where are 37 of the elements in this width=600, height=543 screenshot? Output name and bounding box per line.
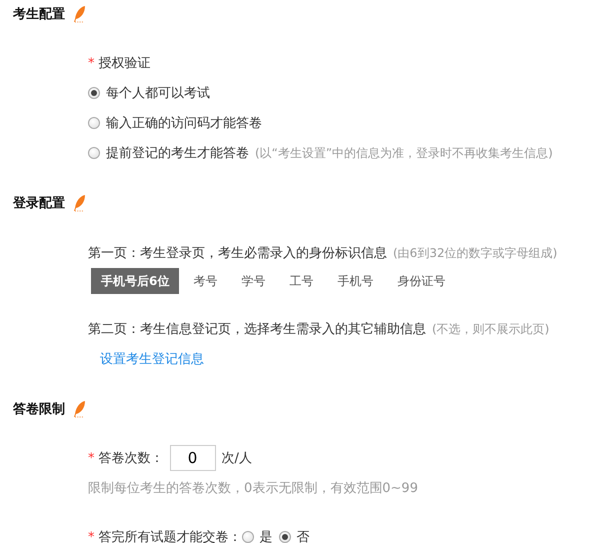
section-title: 考生配置 <box>13 6 65 23</box>
field-label: 答卷次数： <box>98 450 164 467</box>
id-type-tab[interactable]: 手机号后6位 <box>91 268 180 294</box>
format-note: (不选，则不展示此页) <box>432 320 550 338</box>
selected-radio[interactable] <box>88 87 100 99</box>
feather-icon <box>73 194 87 212</box>
field-label: 授权验证 <box>98 55 150 72</box>
required-mark: * <box>88 450 94 466</box>
attempts-field[interactable]: 0 <box>170 445 216 471</box>
section-title: 登录配置 <box>13 195 65 212</box>
option-label: 输入正确的访问码才能答卷 <box>106 115 262 132</box>
feather-icon <box>73 400 87 418</box>
id-type-tab[interactable]: 身份证号 <box>387 268 456 294</box>
hint-text: 限制每位考生的答卷次数，0表示无限制，有效范围0~99 <box>88 480 418 497</box>
option-label: 是 <box>260 529 272 543</box>
required-mark: * <box>88 530 94 543</box>
id-type-tab[interactable]: 手机号 <box>327 268 384 294</box>
page-description: 第一页：考生登录页，考生必需录入的身份标识信息 <box>88 245 387 262</box>
option-note: (以“考生设置”中的信息为准，登录时不再收集考生信息) <box>255 144 553 162</box>
id-type-tab[interactable]: 工号 <box>279 268 324 294</box>
section-title: 答卷限制 <box>13 401 65 418</box>
feather-icon <box>73 5 87 23</box>
settings-link[interactable]: 设置考生登记信息 <box>100 350 204 368</box>
unit-label: 次/人 <box>222 450 252 467</box>
format-note: (由6到32位的数字或字母组成) <box>393 244 558 262</box>
field-label: 答完所有试题才能交卷： <box>98 529 242 543</box>
radio-button[interactable] <box>88 147 100 159</box>
required-mark: * <box>88 56 94 70</box>
option-label: 提前登记的考生才能答卷 <box>106 145 249 162</box>
id-type-tab[interactable]: 学号 <box>231 268 276 294</box>
option-label: 否 <box>296 529 310 543</box>
id-type-tab[interactable]: 考号 <box>183 268 228 294</box>
option-label: 每个人都可以考试 <box>106 85 210 102</box>
radio-button[interactable] <box>88 117 100 129</box>
radio-button[interactable] <box>242 531 254 543</box>
selected-radio[interactable] <box>278 531 290 543</box>
page-description: 第二页：考生信息登记页，选择考生需录入的其它辅助信息 <box>88 321 426 338</box>
